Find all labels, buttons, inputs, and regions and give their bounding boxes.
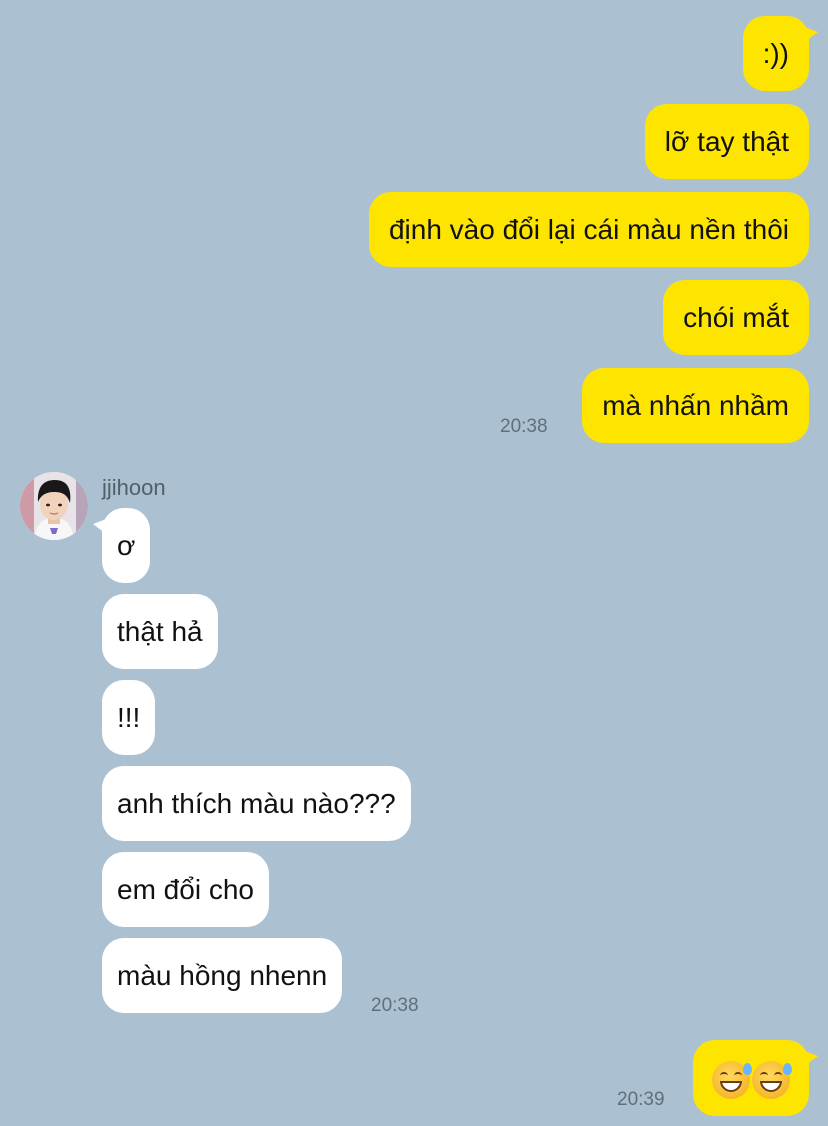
message-text: mà nhấn nhầm — [602, 390, 789, 421]
incoming-message-bubble[interactable]: thật hả — [102, 594, 218, 669]
incoming-message-bubble[interactable]: ơ — [92, 508, 151, 583]
message-text: định vào đổi lại cái màu nền thôi — [388, 214, 789, 245]
message-text: em đổi cho — [117, 874, 254, 905]
outgoing-emoji-bubble[interactable] — [693, 1040, 818, 1116]
outgoing-message-bubble[interactable]: chói mắt — [663, 280, 809, 355]
outgoing-message-bubble[interactable]: lỡ tay thật — [644, 104, 809, 179]
grinning-sweat-emoji-icon — [712, 1060, 752, 1099]
outgoing-message-bubble[interactable]: mà nhấn nhầm — [582, 368, 809, 443]
grinning-sweat-emoji-icon — [752, 1060, 792, 1099]
message-text: !!! — [117, 702, 141, 733]
avatar[interactable] — [20, 472, 88, 540]
message-text: thật hả — [117, 616, 203, 647]
message-timestamp: 20:38 — [371, 995, 419, 1016]
message-text: :)) — [762, 38, 789, 69]
message-text: màu hồng nhenn — [117, 960, 328, 991]
incoming-message-bubble[interactable]: màu hồng nhenn — [102, 938, 343, 1013]
avatar-photo — [20, 472, 88, 540]
outgoing-message-bubble[interactable]: định vào đổi lại cái màu nền thôi — [368, 192, 809, 267]
incoming-message-bubble[interactable]: anh thích màu nào??? — [102, 766, 411, 841]
incoming-message-bubble[interactable]: !!! — [102, 680, 156, 755]
message-timestamp: 20:39 — [617, 1089, 665, 1110]
message-text: ơ — [117, 530, 136, 561]
message-text: chói mắt — [683, 302, 789, 333]
outgoing-message-bubble[interactable]: :)) — [742, 16, 819, 91]
sender-name: jjihoon — [102, 475, 166, 500]
message-text: anh thích màu nào??? — [117, 788, 396, 819]
message-text: lỡ tay thật — [664, 126, 789, 157]
message-timestamp: 20:38 — [500, 416, 548, 437]
incoming-message-bubble[interactable]: em đổi cho — [102, 852, 269, 927]
